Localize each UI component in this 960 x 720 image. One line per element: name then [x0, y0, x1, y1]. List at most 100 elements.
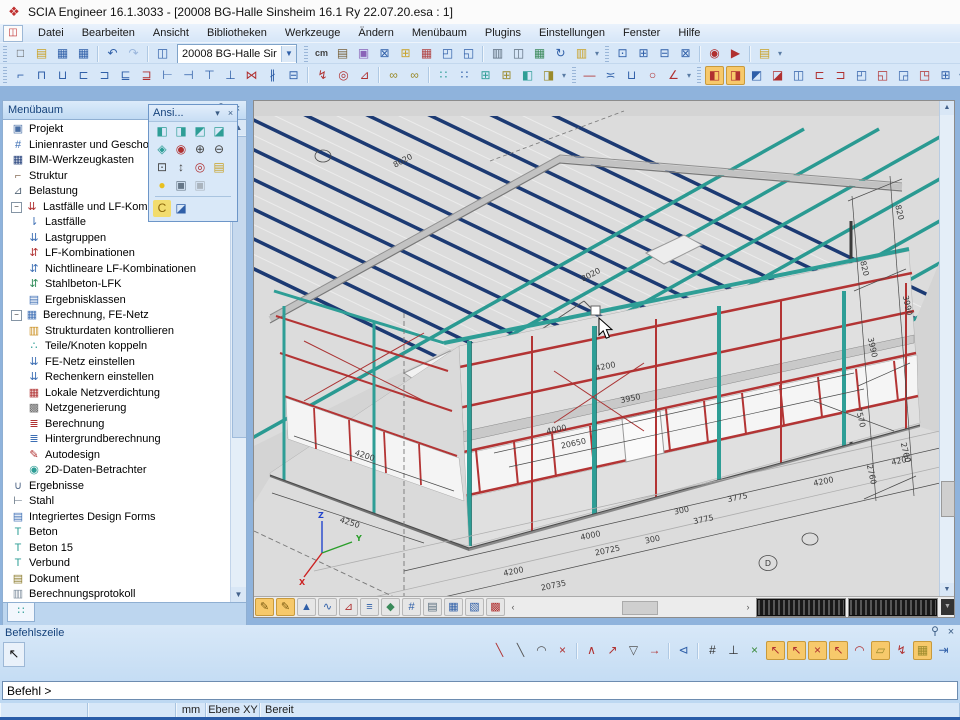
- snap-clear-icon[interactable]: ×: [745, 641, 764, 660]
- new-icon[interactable]: □: [11, 44, 30, 63]
- menu-hilfe[interactable]: Hilfe: [669, 24, 709, 42]
- scroll-down-icon[interactable]: ▼: [940, 583, 954, 597]
- profile-6-icon[interactable]: ⊑: [116, 66, 135, 85]
- zoom-fit-icon[interactable]: ↕: [172, 159, 190, 176]
- link-2-icon[interactable]: ∞: [405, 66, 424, 85]
- project-dropdown[interactable]: 20008 BG-Halle Sir▼: [177, 44, 297, 64]
- viewport-vscrollbar[interactable]: ▲ ▼: [939, 101, 954, 597]
- frame-8-icon[interactable]: ◰: [852, 66, 871, 85]
- refresh-icon[interactable]: ↻: [551, 44, 570, 63]
- catalog-icon[interactable]: ▤: [333, 44, 352, 63]
- print-icon[interactable]: ▥: [488, 44, 507, 63]
- profile-13-icon[interactable]: ∦: [263, 66, 282, 85]
- print-preview-icon[interactable]: ◫: [509, 44, 528, 63]
- menu-datei[interactable]: Datei: [29, 24, 73, 42]
- cut-icon[interactable]: ⊿: [355, 66, 374, 85]
- toolbar-grip[interactable]: [697, 67, 701, 83]
- paste-1-icon[interactable]: ⊞: [476, 66, 495, 85]
- save-picture-icon[interactable]: ▣: [191, 177, 209, 194]
- zoom-window-icon[interactable]: ⊡: [153, 159, 171, 176]
- load-display-icon[interactable]: ∿: [318, 598, 337, 616]
- calculator-icon[interactable]: ▦: [530, 44, 549, 63]
- grid-settings-icon[interactable]: ▦: [417, 44, 436, 63]
- snap-polygon-icon[interactable]: ▱: [871, 641, 890, 660]
- grid-display-icon[interactable]: ▩: [486, 598, 505, 616]
- scroll-down-icon[interactable]: ▼: [231, 587, 246, 602]
- frame-2-icon[interactable]: ◨: [726, 66, 745, 85]
- send-icon[interactable]: ▶: [726, 44, 745, 63]
- tree-item-lastgruppen[interactable]: ⇊Lastgruppen: [7, 231, 246, 247]
- copy-add-icon[interactable]: ∷: [434, 66, 453, 85]
- tree-item-fe-netz-einstellen[interactable]: ⇊FE-Netz einstellen: [7, 355, 246, 371]
- window-2-icon[interactable]: ◱: [459, 44, 478, 63]
- clipboard-icon[interactable]: ⊞: [396, 44, 415, 63]
- command-input[interactable]: [2, 681, 958, 700]
- menu-fenster[interactable]: Fenster: [614, 24, 669, 42]
- toolbar-grip[interactable]: [3, 46, 7, 62]
- close-project-icon[interactable]: ◫: [153, 44, 172, 63]
- zoom-in-icon[interactable]: ⊕: [191, 141, 209, 158]
- menu-bearbeiten[interactable]: Bearbeiten: [73, 24, 144, 42]
- menu-einstellungen[interactable]: Einstellungen: [530, 24, 614, 42]
- tree-item-berechnung-fe-netz[interactable]: −▦Berechnung, FE-Netz: [7, 308, 246, 324]
- scroll-up-icon[interactable]: ▲: [940, 101, 954, 115]
- scroll-corner[interactable]: ▼: [941, 599, 954, 615]
- undo-icon[interactable]: ↶: [103, 44, 122, 63]
- frame-10-icon[interactable]: ◲: [894, 66, 913, 85]
- numbering-icon[interactable]: #: [402, 598, 421, 616]
- snap-node-icon[interactable]: ↖: [829, 641, 848, 660]
- profile-14-icon[interactable]: ⊟: [284, 66, 303, 85]
- toolbar-overflow-icon[interactable]: ▾: [684, 67, 694, 84]
- toolbar-overflow-icon[interactable]: ▾: [956, 67, 960, 84]
- tree-item-lokale-netzverdichtung[interactable]: ▦Lokale Netzverdichtung: [7, 386, 246, 402]
- toolbar-overflow-icon[interactable]: ▾: [559, 67, 569, 84]
- frame-11-icon[interactable]: ◳: [915, 66, 934, 85]
- snap-dir-icon[interactable]: ↗: [603, 641, 622, 660]
- layers-2-icon[interactable]: ▧: [465, 598, 484, 616]
- toolbar-grip[interactable]: [605, 46, 609, 62]
- tree-item-dokument[interactable]: ▤Dokument: [7, 572, 246, 588]
- menu-werkzeuge[interactable]: Werkzeuge: [276, 24, 349, 42]
- view-x-icon[interactable]: ◧: [153, 123, 171, 140]
- tree-item-rechenkern-einstellen[interactable]: ⇊Rechenkern einstellen: [7, 370, 246, 386]
- tree-collapse-icon[interactable]: −: [11, 310, 22, 321]
- link-1-icon[interactable]: ∞: [384, 66, 403, 85]
- profile-2-icon[interactable]: ⊓: [32, 66, 51, 85]
- profile-12-icon[interactable]: ⋈: [242, 66, 261, 85]
- snap-delete-icon[interactable]: ×: [553, 641, 572, 660]
- rotation-slider-2[interactable]: [849, 599, 937, 616]
- rotate-icon[interactable]: ◨: [539, 66, 558, 85]
- angle-icon[interactable]: ∠: [664, 66, 683, 85]
- scroll-left-icon[interactable]: ‹: [506, 602, 520, 612]
- viewport-hscrollbar-thumb[interactable]: [622, 601, 658, 615]
- print-picture-icon[interactable]: ▣: [172, 177, 190, 194]
- edit-2-icon[interactable]: ✎: [276, 598, 295, 616]
- tree-item-netzgenerierung[interactable]: ▩Netzgenerierung: [7, 401, 246, 417]
- axo-view-icon[interactable]: ▲: [297, 598, 316, 616]
- units-icon[interactable]: cm: [312, 44, 331, 63]
- light-icon[interactable]: ●: [153, 177, 171, 194]
- toolbar-grip[interactable]: [304, 46, 308, 62]
- scroll-right-icon[interactable]: ›: [741, 602, 755, 612]
- toolbar-grip[interactable]: [3, 67, 7, 83]
- frame-5-icon[interactable]: ◫: [789, 66, 808, 85]
- document-icon[interactable]: ▥: [572, 44, 591, 63]
- line-icon[interactable]: —: [580, 66, 599, 85]
- snap-midpoint-icon[interactable]: ↖: [787, 641, 806, 660]
- view-y-icon[interactable]: ◨: [172, 123, 190, 140]
- doc-display-icon[interactable]: ▤: [423, 598, 442, 616]
- save-icon[interactable]: ▦: [53, 44, 72, 63]
- viewport-hscrollbar[interactable]: [520, 600, 741, 614]
- snap-table-icon[interactable]: ⇥: [934, 641, 953, 660]
- toolbar-grip[interactable]: [572, 67, 576, 83]
- pin-icon[interactable]: [928, 626, 942, 640]
- move-icon[interactable]: ◧: [518, 66, 537, 85]
- new-3d-window-icon[interactable]: ◪: [172, 200, 190, 217]
- snap-intersection-icon[interactable]: ×: [808, 641, 827, 660]
- tree-item-teile-knoten-koppeln[interactable]: ∴Teile/Knoten koppeln: [7, 339, 246, 355]
- snap-point-icon[interactable]: ╲: [511, 641, 530, 660]
- open-icon[interactable]: ▤: [32, 44, 51, 63]
- engineering-report-1-icon[interactable]: ⊡: [613, 44, 632, 63]
- rect-icon[interactable]: ⊔: [622, 66, 641, 85]
- close-icon[interactable]: ×: [224, 108, 237, 118]
